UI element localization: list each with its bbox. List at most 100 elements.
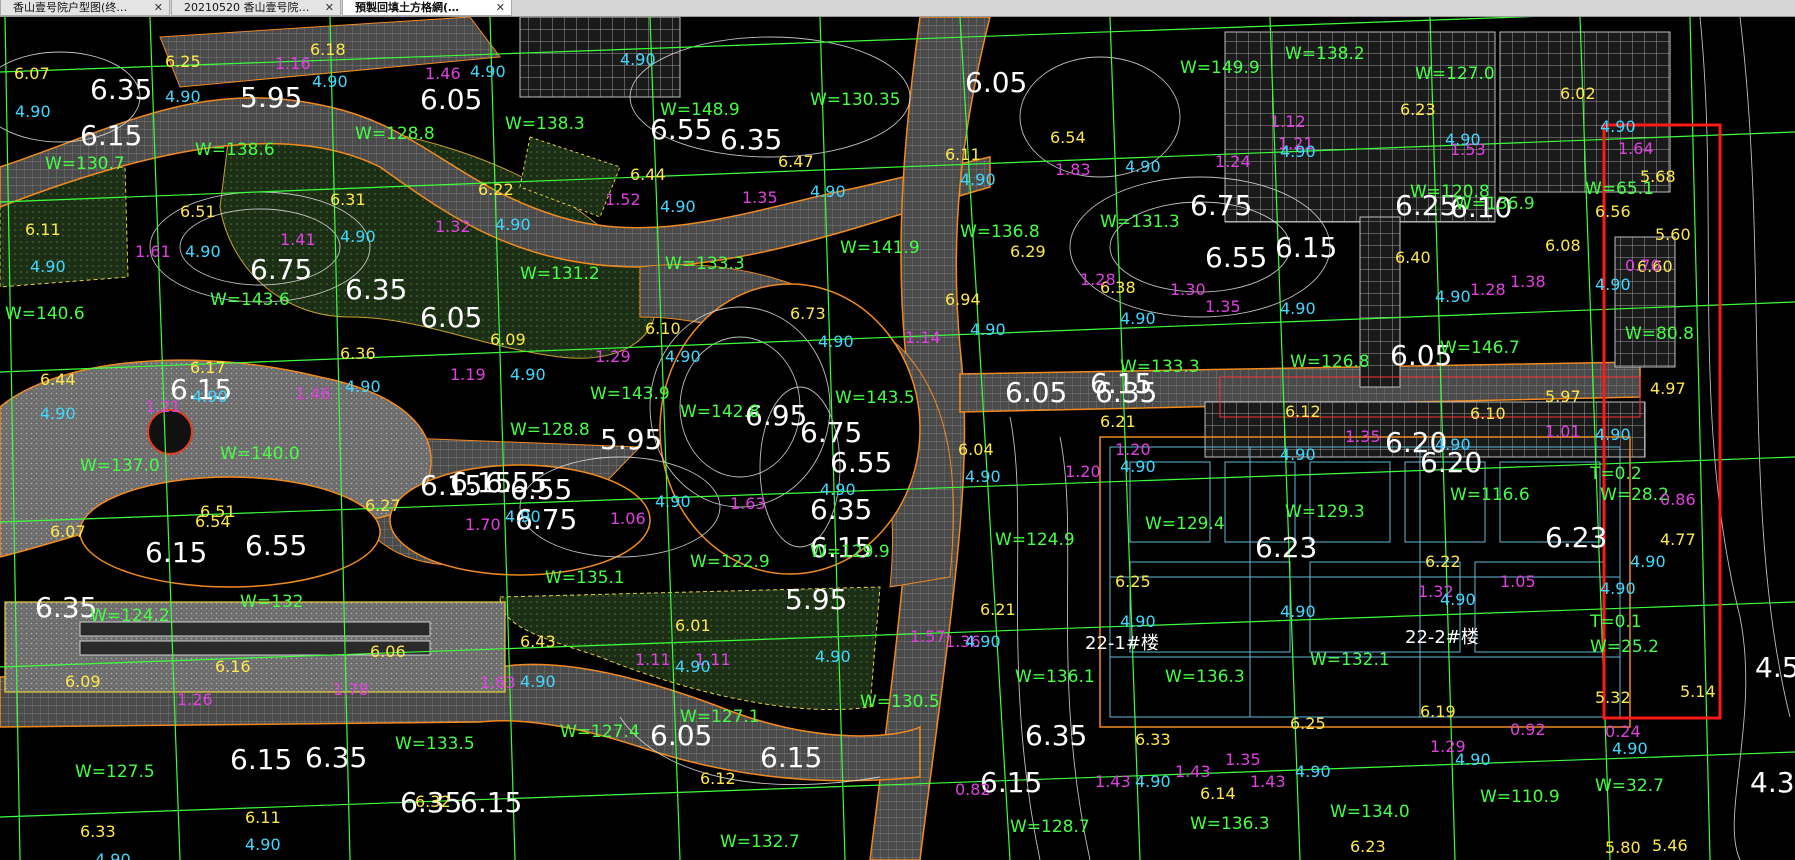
- existing-elevation-label: 4.90: [30, 257, 66, 276]
- fill-depth-label: 1.05: [1500, 572, 1536, 591]
- design-elevation-label: 6.29: [1010, 242, 1046, 261]
- volume-label: W=141.9: [840, 238, 920, 258]
- design-elevation-label: 6.25: [165, 52, 201, 71]
- elevation-label: 6.75: [800, 416, 862, 449]
- cad-drawing-canvas[interactable]: 6.35 5.95 6.05 6.15 6.75 6.55 6.35 6.15 6.35 6.05…: [0, 17, 1795, 860]
- fill-depth-label: 1.46: [425, 64, 461, 83]
- design-elevation-label: 6.51: [180, 202, 216, 221]
- cell-thickness-label: T=0.2: [1589, 464, 1642, 484]
- fill-depth-label: 0.86: [1660, 490, 1696, 509]
- existing-elevation-label: 4.90: [165, 87, 201, 106]
- existing-elevation-label: 4.90: [1120, 457, 1156, 476]
- volume-label: W=143.6: [210, 290, 290, 310]
- fill-depth-label: 1.78: [333, 680, 369, 699]
- elevation-label: 6.55: [485, 466, 547, 499]
- fill-depth-label: 1.52: [605, 190, 641, 209]
- fill-depth-label: 1.41: [280, 230, 316, 249]
- existing-elevation-label: 4.90: [1612, 739, 1648, 758]
- fill-depth-label: 1.43: [1175, 762, 1211, 781]
- building-name-labels: 22-1#楼 22-2#楼 T=0.1 T=0.2: [1085, 464, 1642, 654]
- fountain-circle: [147, 409, 193, 455]
- volume-label: W=130.7: [45, 154, 125, 174]
- tab-earthwork-grid[interactable]: 預製回填土方格網(… ✕: [342, 0, 512, 16]
- elevation-label: 6.35: [345, 273, 407, 306]
- volume-label: W=124.9: [995, 530, 1075, 550]
- existing-elevation-label: 4.90: [1630, 552, 1666, 571]
- volume-label: W=130.35: [810, 90, 901, 110]
- elevation-label: 6.05: [420, 83, 482, 116]
- volume-label: W=140.6: [5, 304, 85, 324]
- elevation-label: 6.15: [145, 536, 207, 569]
- elevation-label: 6.05: [420, 301, 482, 334]
- elevation-label: 6.35: [35, 591, 97, 624]
- cad-drawing[interactable]: 6.35 5.95 6.056.156.756.55 6.356.156.356.05…: [0, 17, 1795, 860]
- fill-depth-label: 1.16: [275, 54, 311, 73]
- design-elevation-label: 6.22: [478, 180, 514, 199]
- design-elevation-label: 6.06: [370, 642, 406, 661]
- elevation-label: 4.55: [1755, 651, 1795, 684]
- fill-depth-label: 1.01: [1545, 422, 1581, 441]
- fill-depth-label: 1.24: [1215, 152, 1251, 171]
- volume-label: W=127.5: [75, 762, 155, 782]
- design-elevation-label: 6.44: [40, 370, 76, 389]
- existing-elevation-label: 4.90: [1595, 275, 1631, 294]
- elevation-label: 6.55: [830, 446, 892, 479]
- design-elevation-label: 6.10: [645, 319, 681, 338]
- existing-elevation-label: 4.90: [470, 62, 506, 81]
- volume-label: W=129.4: [1145, 514, 1225, 534]
- volume-label: W=126.8: [1290, 352, 1370, 372]
- existing-elevation-label: 4.90: [1600, 579, 1636, 598]
- tab-layout-drawing[interactable]: 香山壹号院户型图(终… ✕: [0, 0, 170, 16]
- tab-close-icon[interactable]: ✕: [325, 0, 334, 15]
- volume-label: W=136.3: [1165, 667, 1245, 687]
- design-elevation-label: 6.43: [520, 632, 556, 651]
- fill-depth-label: 1.35: [1205, 297, 1241, 316]
- existing-elevation-label: 4.90: [1280, 142, 1316, 161]
- existing-elevation-label: 4.90: [1440, 590, 1476, 609]
- volume-label: W=131.3: [1100, 212, 1180, 232]
- design-elevation-label: 6.21: [1100, 412, 1136, 431]
- volume-label: W=132: [240, 592, 304, 612]
- existing-elevation-label: 4.90: [1435, 287, 1471, 306]
- existing-elevation-label: 4.90: [660, 197, 696, 216]
- volume-label: W=128.8: [510, 420, 590, 440]
- tab-label: 20210520 香山壹号院…: [184, 1, 310, 14]
- existing-elevation-label: 4.90: [312, 72, 348, 91]
- design-elevation-label: 6.33: [1135, 730, 1171, 749]
- existing-elevation-label: 4.90: [655, 492, 691, 511]
- volume-label: W=134.0: [1330, 802, 1410, 822]
- elevation-label: 6.15: [420, 469, 482, 502]
- existing-elevation-label: 4.90: [340, 227, 376, 246]
- volume-label: W=120.8: [1410, 182, 1490, 202]
- existing-elevation-label: 4.90: [970, 320, 1006, 339]
- existing-elevation-label: 4.90: [815, 647, 851, 666]
- fill-depth-label: 0.82: [955, 780, 991, 799]
- design-elevation-label: 6.02: [1560, 84, 1596, 103]
- existing-elevation-label: 4.90: [810, 182, 846, 201]
- tab-close-icon[interactable]: ✕: [154, 0, 163, 15]
- volume-label: W=124.2: [90, 606, 170, 626]
- fill-depth-label: 0.92: [1510, 720, 1546, 739]
- volume-label: W=110.9: [1480, 787, 1560, 807]
- elevation-label: 6.15: [460, 786, 522, 819]
- existing-elevation-label: 4.90: [1120, 612, 1156, 631]
- fill-depth-label: 1.63: [730, 494, 766, 513]
- design-elevation-label: 6.17: [190, 358, 226, 377]
- volume-label: W=142.8: [680, 402, 760, 422]
- existing-elevation-label: 4.90: [1280, 602, 1316, 621]
- volume-label: W=136.1: [1015, 667, 1095, 687]
- fill-depth-label: 1.32: [435, 217, 471, 236]
- volume-label: W=149.9: [1180, 58, 1260, 78]
- volume-label: W=32.7: [1595, 776, 1664, 796]
- design-elevation-label: 6.07: [14, 64, 50, 83]
- fill-depth-label: 1.35: [1225, 750, 1261, 769]
- design-elevation-label: 5.60: [1655, 225, 1691, 244]
- existing-elevation-label: 4.90: [1600, 117, 1636, 136]
- fill-depth-label: 1.28: [1470, 280, 1506, 299]
- elevation-label: 6.05: [965, 66, 1027, 99]
- volume-label: W=127.1: [680, 707, 760, 727]
- tab-site-drawing[interactable]: 20210520 香山壹号院… ✕: [171, 0, 341, 16]
- design-elevation-label: 6.14: [1200, 784, 1236, 803]
- fill-depth-label: 1.57: [910, 627, 946, 646]
- tab-close-icon[interactable]: ✕: [496, 0, 505, 15]
